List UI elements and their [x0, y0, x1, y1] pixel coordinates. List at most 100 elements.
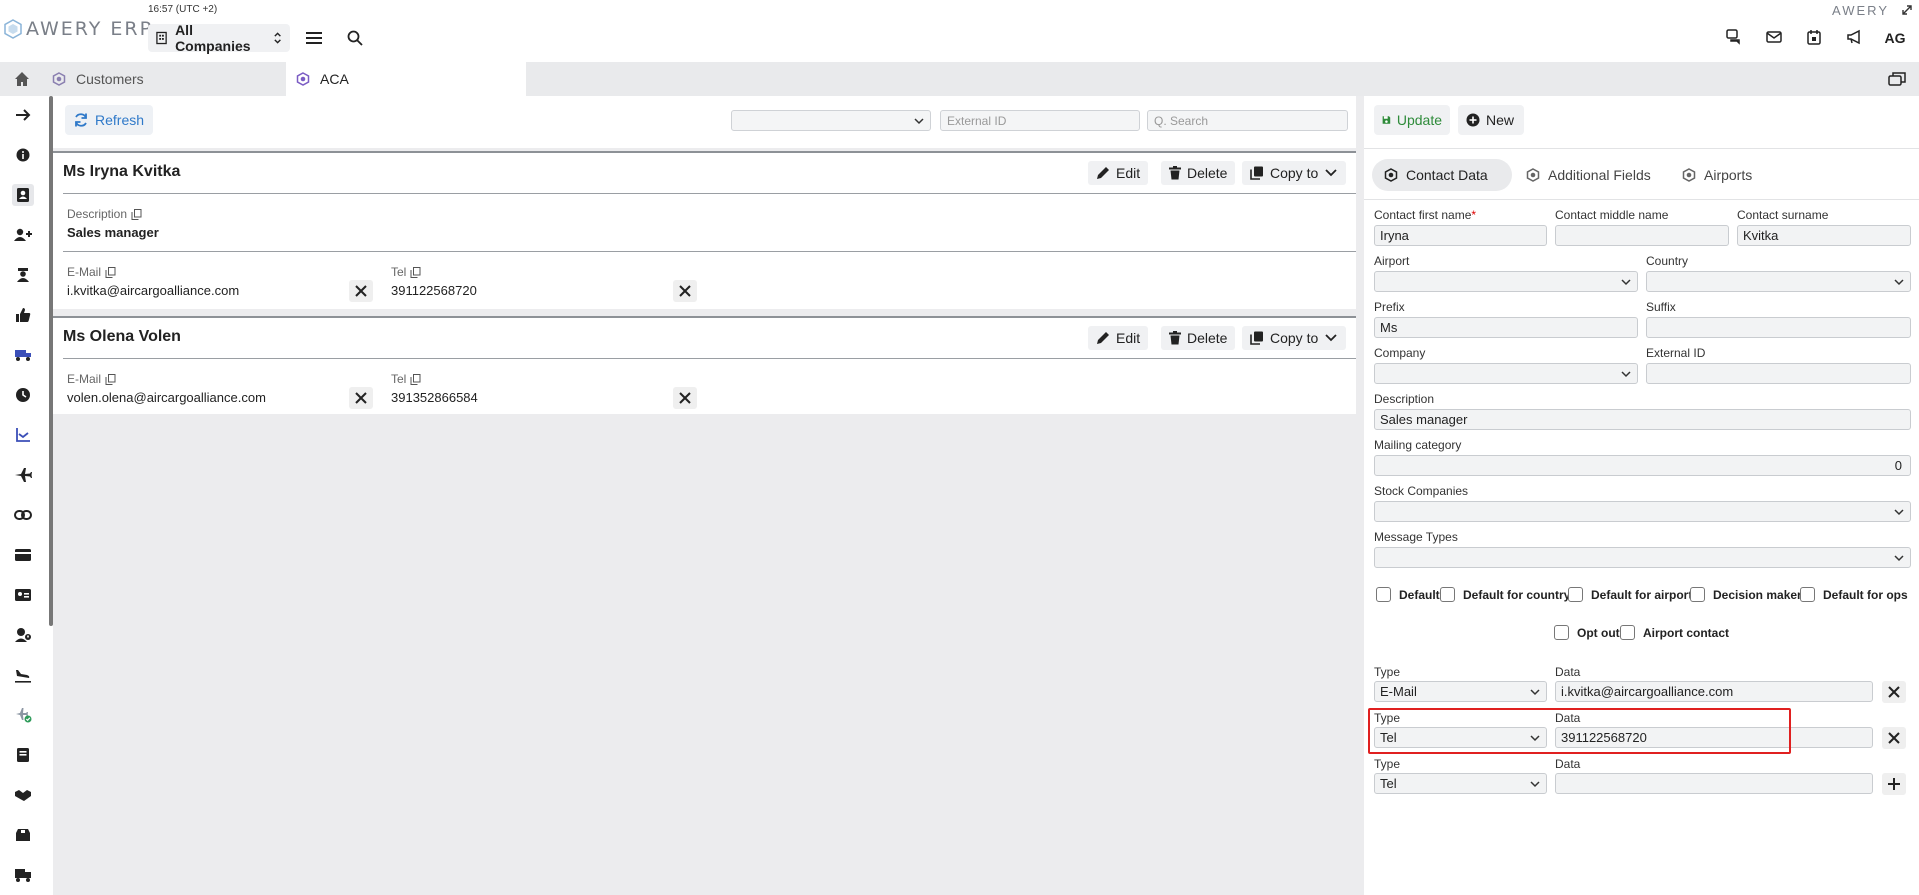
copy-to-button[interactable]: Copy to	[1242, 161, 1347, 185]
edit-button[interactable]: Edit	[1088, 326, 1149, 350]
search-icon[interactable]	[343, 27, 367, 49]
new-button[interactable]: New	[1458, 105, 1524, 135]
hamburger-menu-icon[interactable]	[302, 27, 326, 49]
surname-input[interactable]: Kvitka	[1737, 225, 1911, 246]
contact-card[interactable]: Ms Iryna Kvitka Edit Delete Copy to Desc…	[53, 151, 1356, 309]
suffix-input[interactable]	[1646, 317, 1911, 338]
collapse-arrow-icon[interactable]	[12, 104, 34, 126]
support-icon[interactable]	[12, 624, 34, 646]
expand-icon[interactable]	[1900, 4, 1914, 16]
description-input[interactable]: Sales manager	[1374, 409, 1911, 430]
external-id-field[interactable]	[1646, 363, 1911, 384]
plane-icon[interactable]	[12, 464, 34, 486]
delete-button[interactable]: Delete	[1161, 161, 1236, 185]
checkbox-default-for-airport[interactable]: Default for airport	[1568, 587, 1692, 602]
checkbox-default-for-ops[interactable]: Default for ops	[1800, 587, 1908, 602]
package-icon[interactable]	[12, 824, 34, 846]
comm-type-select[interactable]: Tel	[1374, 773, 1547, 794]
edit-button[interactable]: Edit	[1088, 161, 1149, 185]
contacts-icon[interactable]	[12, 184, 34, 206]
thumbs-up-icon[interactable]	[12, 304, 34, 326]
refresh-button[interactable]: Refresh	[65, 105, 153, 135]
comm-data-input[interactable]: i.kvitka@aircargoalliance.com	[1555, 681, 1873, 702]
info-icon[interactable]	[12, 144, 34, 166]
filter-select[interactable]	[731, 110, 931, 131]
checkbox-box[interactable]	[1376, 587, 1391, 602]
checkbox-box[interactable]	[1690, 587, 1705, 602]
airport-select[interactable]	[1374, 271, 1638, 292]
home-icon[interactable]	[12, 70, 32, 88]
tab-contact-data[interactable]: Contact Data	[1372, 159, 1512, 191]
copy-small-icon[interactable]	[105, 266, 116, 278]
user-avatar[interactable]: AG	[1880, 24, 1910, 52]
windows-icon[interactable]	[1886, 70, 1908, 88]
message-types-select[interactable]	[1374, 547, 1911, 568]
external-id-input[interactable]: External ID	[940, 110, 1140, 131]
middle-name-input[interactable]	[1555, 225, 1729, 246]
prefix-input[interactable]: Ms	[1374, 317, 1638, 338]
checkbox-decision-maker[interactable]: Decision maker	[1690, 587, 1802, 602]
stock-companies-select[interactable]	[1374, 501, 1911, 522]
search-input[interactable]: Q. Search	[1147, 110, 1348, 131]
remove-tel-button[interactable]	[673, 280, 697, 302]
checkbox-box[interactable]	[1554, 625, 1569, 640]
calendar-icon[interactable]	[1804, 27, 1824, 47]
checkbox-default[interactable]: Default	[1376, 587, 1440, 602]
updown-chevron-icon	[274, 32, 281, 44]
delivery-truck-icon[interactable]	[12, 864, 34, 886]
plane-check-icon[interactable]	[12, 704, 34, 726]
tab-customers[interactable]: Customers	[52, 62, 282, 96]
copy-small-icon[interactable]	[105, 373, 116, 385]
landing-plane-icon[interactable]	[12, 664, 34, 686]
company-select[interactable]	[1374, 363, 1638, 384]
email-value[interactable]: i.kvitka@aircargoalliance.com	[67, 283, 239, 298]
copy-small-icon[interactable]	[410, 266, 421, 278]
remove-comm-button[interactable]	[1882, 681, 1906, 703]
checkbox-opt-out[interactable]: Opt out	[1554, 625, 1620, 640]
checkbox-default-for-country[interactable]: Default for country	[1440, 587, 1570, 602]
checkbox-box[interactable]	[1440, 587, 1455, 602]
cargo-truck-icon[interactable]	[12, 344, 34, 366]
tel-value[interactable]: 391352866584	[391, 390, 478, 405]
add-user-icon[interactable]	[12, 224, 34, 246]
app-logo[interactable]: AWERY ERP	[4, 18, 153, 40]
book-icon[interactable]	[12, 744, 34, 766]
delete-button[interactable]: Delete	[1161, 326, 1236, 350]
mailing-category-input[interactable]: 0	[1374, 455, 1911, 476]
update-button[interactable]: Update	[1374, 105, 1450, 135]
megaphone-icon[interactable]	[1844, 27, 1864, 47]
checkbox-box[interactable]	[1568, 587, 1583, 602]
country-select[interactable]	[1646, 271, 1911, 292]
first-name-input[interactable]: Iryna	[1374, 225, 1547, 246]
checkbox-airport-contact[interactable]: Airport contact	[1620, 625, 1729, 640]
id-card-icon[interactable]	[12, 584, 34, 606]
handshake-icon[interactable]	[12, 784, 34, 806]
comm-data-input[interactable]	[1555, 773, 1873, 794]
checkbox-box[interactable]	[1620, 625, 1635, 640]
pilot-icon[interactable]	[12, 264, 34, 286]
tab-airports[interactable]: Airports	[1670, 159, 1770, 191]
link-icon[interactable]	[12, 504, 34, 526]
clock-icon[interactable]	[12, 384, 34, 406]
chart-icon[interactable]	[12, 424, 34, 446]
company-selector[interactable]: All Companies	[148, 22, 290, 54]
contact-card[interactable]: Ms Olena Volen Edit Delete Copy to E-Mai…	[53, 316, 1356, 414]
copy-small-icon[interactable]	[410, 373, 421, 385]
email-value[interactable]: volen.olena@aircargoalliance.com	[67, 390, 266, 405]
tab-aca[interactable]: ACA	[286, 62, 526, 96]
copy-small-icon[interactable]	[131, 208, 142, 220]
checkbox-box[interactable]	[1800, 587, 1815, 602]
remove-email-button[interactable]	[349, 280, 373, 302]
remove-email-button[interactable]	[349, 387, 373, 409]
remove-comm-button[interactable]	[1882, 727, 1906, 749]
chat-icon[interactable]	[1724, 27, 1744, 47]
tab-additional-fields[interactable]: Additional Fields	[1514, 159, 1664, 191]
mail-icon[interactable]	[1764, 27, 1784, 47]
comm-type-select[interactable]: E-Mail	[1374, 681, 1547, 702]
credit-card-icon[interactable]	[12, 544, 34, 566]
copy-to-button[interactable]: Copy to	[1242, 326, 1347, 350]
add-comm-button[interactable]	[1882, 773, 1906, 795]
panel-divider[interactable]	[1356, 96, 1364, 895]
tel-value[interactable]: 391122568720	[391, 283, 477, 298]
remove-tel-button[interactable]	[673, 387, 697, 409]
